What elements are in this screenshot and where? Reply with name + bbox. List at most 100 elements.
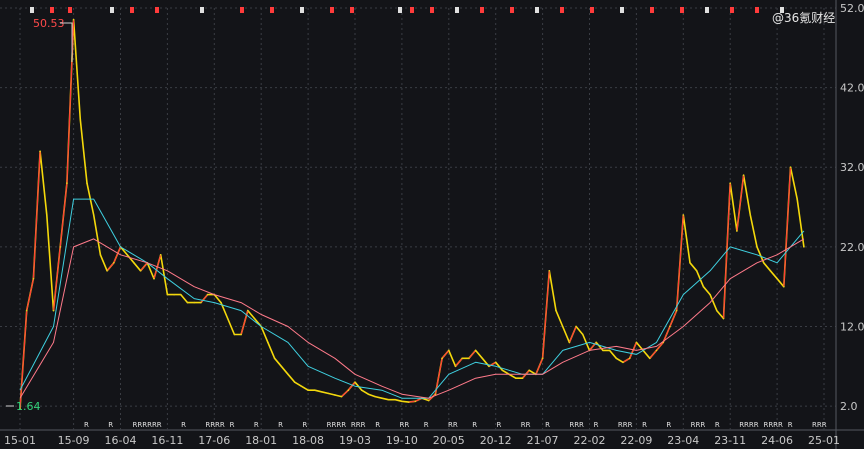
data-point [608, 349, 611, 352]
data-point [106, 269, 108, 272]
data-point [226, 317, 229, 320]
data-point [354, 381, 356, 384]
data-point [320, 390, 323, 393]
data-point [293, 381, 296, 384]
data-point [702, 285, 705, 288]
data-point [628, 357, 631, 360]
data-point [387, 398, 390, 401]
top-marker [730, 7, 734, 13]
bottom-marker: RRR [812, 421, 827, 429]
data-point [159, 254, 162, 256]
data-point [528, 369, 530, 372]
data-point [622, 361, 624, 364]
data-point [92, 214, 95, 216]
max-price-label: 50.53 [33, 17, 65, 30]
bottom-marker: R [424, 421, 429, 429]
data-point [769, 269, 772, 272]
data-point [327, 392, 330, 395]
data-point [695, 269, 698, 272]
data-point [52, 309, 55, 312]
bottom-marker: R [181, 421, 186, 429]
data-point [280, 365, 283, 368]
data-point [541, 357, 544, 360]
data-point [709, 293, 711, 296]
data-point [66, 182, 68, 184]
data-point [186, 301, 189, 304]
bottom-marker: RRRR [327, 421, 347, 429]
data-point [394, 398, 397, 401]
top-marker [130, 7, 134, 13]
data-point [401, 400, 403, 403]
top-marker [410, 7, 414, 13]
bottom-marker: RRR [569, 421, 584, 429]
min-price-label: 1.64 [16, 400, 41, 413]
data-point [615, 357, 618, 360]
data-point [367, 393, 370, 395]
data-point [568, 341, 571, 344]
data-point [742, 174, 745, 177]
x-tick-label: 16-11 [151, 434, 183, 447]
top-marker [350, 7, 354, 13]
data-point [340, 395, 343, 398]
top-marker [50, 7, 54, 13]
top-marker [430, 7, 434, 13]
data-point [59, 246, 61, 248]
bottom-marker: R [108, 421, 113, 429]
data-point [749, 214, 752, 216]
data-point [468, 357, 470, 360]
data-point [756, 246, 758, 248]
data-point [300, 385, 303, 388]
bottom-marker: R [302, 421, 307, 429]
data-point [25, 309, 28, 312]
x-tick-label: 18-01 [245, 434, 277, 447]
top-marker [270, 7, 274, 13]
bottom-marker: R [642, 421, 647, 429]
data-point [448, 349, 450, 352]
x-tick-label: 22-02 [574, 434, 606, 447]
data-point [461, 357, 464, 360]
data-point [334, 394, 336, 396]
data-point [675, 309, 678, 312]
data-point [139, 269, 142, 272]
y-tick-label: 22.0 [840, 241, 864, 254]
top-marker [330, 7, 334, 13]
bottom-marker: RR [448, 421, 458, 429]
bottom-marker: R [84, 421, 89, 429]
data-point [481, 357, 484, 360]
data-point [575, 325, 577, 328]
top-marker [398, 7, 402, 13]
bottom-marker: R [715, 421, 720, 429]
bottom-marker: R [497, 421, 502, 429]
data-point [206, 293, 209, 296]
data-point [126, 254, 128, 256]
data-point [347, 389, 350, 391]
top-marker [480, 7, 484, 13]
data-point [474, 349, 477, 352]
x-tick-label: 15-01 [4, 434, 36, 447]
data-point [427, 399, 430, 402]
data-point [555, 309, 557, 312]
data-point [582, 333, 584, 336]
bottom-marker: RRR [351, 421, 366, 429]
data-point [729, 182, 731, 184]
data-point [247, 309, 249, 312]
bottom-marker: RRRR [205, 421, 225, 429]
data-point [595, 341, 597, 344]
bottom-marker: R [278, 421, 283, 429]
bottom-marker: RR [521, 421, 531, 429]
data-point [649, 357, 651, 360]
data-point [193, 301, 195, 304]
data-point [548, 269, 551, 272]
bottom-marker: RR [399, 421, 409, 429]
watermark-text: @36氪财经 [772, 10, 835, 25]
data-point [722, 317, 725, 320]
top-marker [300, 7, 304, 13]
x-tick-label: 19-10 [386, 434, 418, 447]
price-up-segment [408, 400, 416, 403]
data-point [220, 301, 222, 304]
data-point [113, 261, 115, 264]
top-marker [705, 7, 709, 13]
x-tick-label: 23-04 [667, 434, 699, 447]
bottom-marker: RRRR [763, 421, 783, 429]
data-point [689, 261, 691, 264]
